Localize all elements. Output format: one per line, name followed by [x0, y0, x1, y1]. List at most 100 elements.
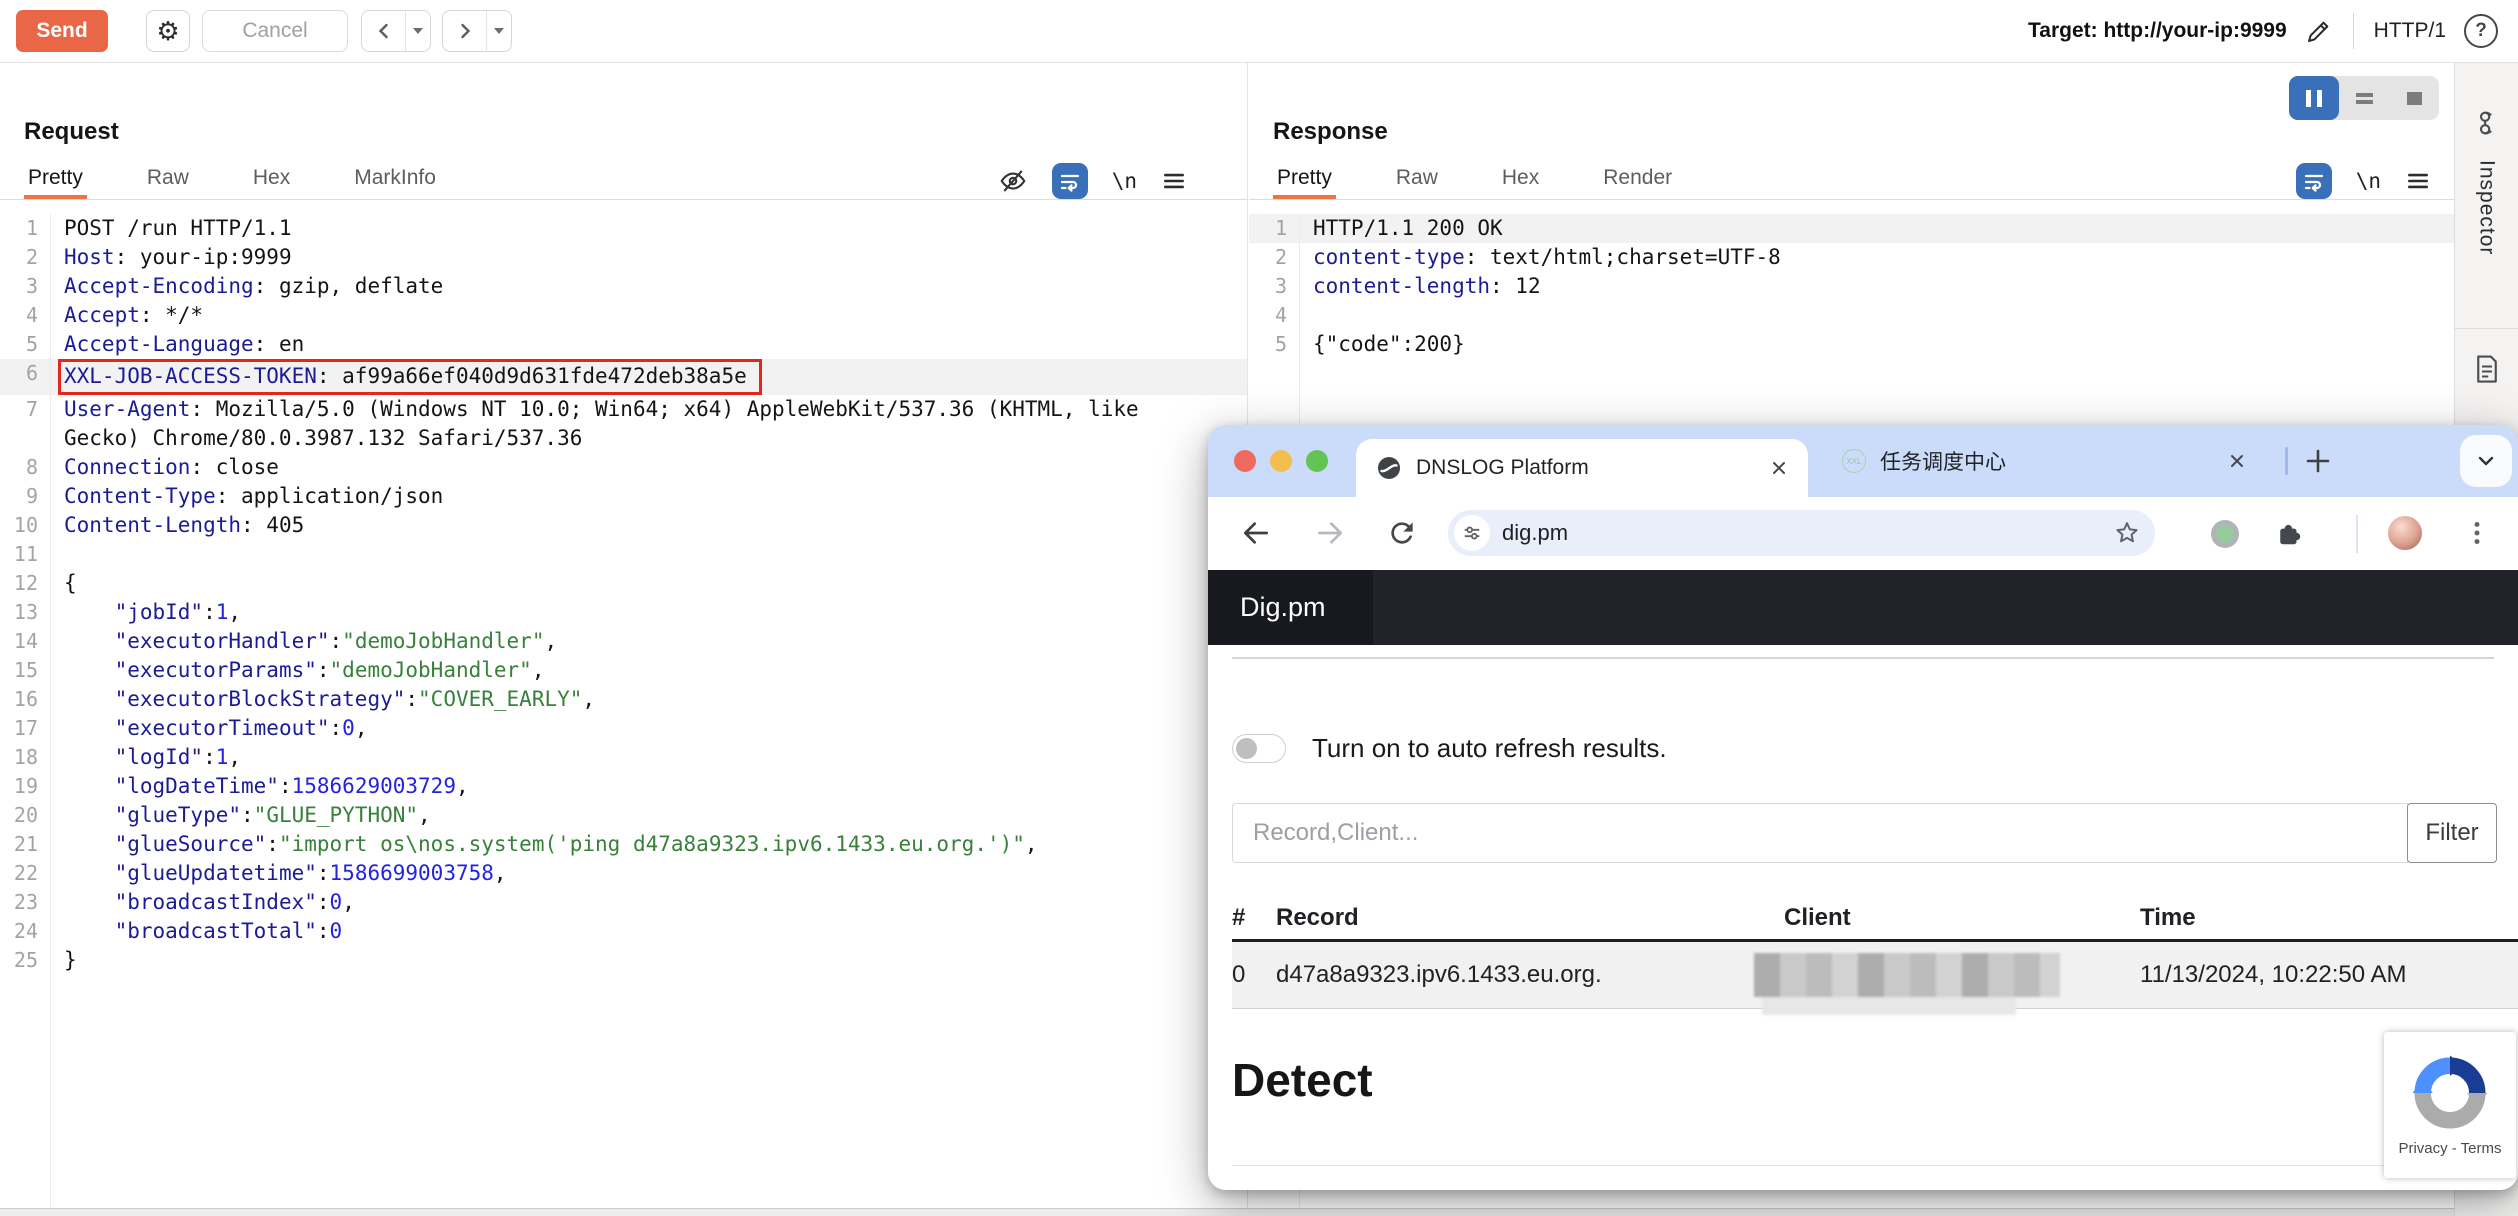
history-forward-dropdown[interactable] [486, 11, 511, 51]
arrow-left-icon [1240, 517, 1272, 549]
response-tab-render[interactable]: Render [1599, 166, 1676, 199]
target-label: Target: http://your-ip:9999 [2028, 19, 2287, 43]
glasses-tab-button[interactable] [2472, 108, 2502, 138]
help-button[interactable]: ? [2464, 14, 2498, 48]
pause-view-button[interactable] [2289, 76, 2339, 120]
code-line: 25} [0, 946, 1247, 975]
auto-refresh-toggle[interactable] [1232, 734, 1286, 763]
newline-toggle-button[interactable]: \n [2356, 169, 2381, 193]
code-text: HTTP/1.1 200 OK [1299, 214, 1503, 243]
line-number: 5 [0, 330, 50, 359]
code-text: "glueUpdatetime":1586699003758, [50, 859, 507, 888]
browser-tab-xxl-job[interactable]: XXL 任务调度中心 [1822, 439, 2266, 483]
code-line: 13 "jobId":1, [0, 598, 1247, 627]
code-line: 19 "logDateTime":1586629003729, [0, 772, 1247, 801]
menu-button[interactable] [2405, 168, 2431, 194]
line-number: 13 [0, 598, 50, 627]
line-number: 19 [0, 772, 50, 801]
tune-icon [1462, 523, 1482, 543]
auto-refresh-row: Turn on to auto refresh results. [1232, 733, 1667, 764]
code-text [1299, 301, 1313, 330]
history-back-dropdown[interactable] [405, 11, 430, 51]
extension-status-icon[interactable] [2211, 520, 2239, 548]
bookmark-star-icon[interactable] [2113, 519, 2141, 547]
browser-back-button[interactable] [1240, 517, 1272, 549]
response-tab-raw[interactable]: Raw [1392, 166, 1442, 199]
send-button[interactable]: Send [16, 10, 108, 52]
response-tabs: Pretty Raw Hex Render [1249, 162, 2455, 200]
request-editor[interactable]: 1POST /run HTTP/1.12Host: your-ip:99993A… [0, 214, 1247, 1216]
code-line: 22 "glueUpdatetime":1586699003758, [0, 859, 1247, 888]
newline-toggle-button[interactable]: \n [1112, 169, 1137, 193]
code-line: 23 "broadcastIndex":0, [0, 888, 1247, 917]
highlighted-token-box: XXL-JOB-ACCESS-TOKEN: af99a66ef040d9d631… [58, 359, 762, 395]
code-text: XXL-JOB-ACCESS-TOKEN: af99a66ef040d9d631… [50, 359, 762, 395]
site-logo[interactable]: Dig.pm [1208, 570, 1373, 645]
extensions-button[interactable] [2274, 518, 2304, 548]
line-number: 3 [0, 272, 50, 301]
plus-icon [2302, 445, 2334, 477]
menu-button[interactable] [1161, 168, 1187, 194]
line-number: 9 [0, 482, 50, 511]
code-line: 1POST /run HTTP/1.1 [0, 214, 1247, 243]
browser-menu-button[interactable] [2464, 517, 2490, 549]
inspector-tab[interactable]: Inspector [2475, 160, 2499, 255]
results-table: #RecordClientTime 0d47a8a9323.ipv6.1433.… [1232, 897, 2518, 1009]
zoom-window-button[interactable] [1306, 450, 1328, 472]
client-redacted-blur [1754, 953, 2060, 997]
square-icon [2407, 92, 2422, 105]
line-number: 23 [0, 888, 50, 917]
filter-button[interactable]: Filter [2407, 803, 2497, 863]
word-wrap-button[interactable] [2296, 163, 2332, 199]
response-tab-pretty[interactable]: Pretty [1273, 166, 1336, 199]
close-tab-icon[interactable] [1770, 459, 1788, 477]
history-back-button[interactable] [361, 10, 431, 52]
code-text: Content-Length: 405 [50, 511, 304, 540]
request-tab-raw[interactable]: Raw [143, 166, 193, 199]
tab-search-button[interactable] [2460, 435, 2512, 487]
close-tab-icon[interactable] [2228, 452, 2246, 470]
minimize-window-button[interactable] [1270, 450, 1292, 472]
recaptcha-badge: Privacy - Terms [2384, 1032, 2516, 1178]
browser-reload-button[interactable] [1386, 517, 1418, 549]
browser-forward-button[interactable] [1314, 517, 1346, 549]
split-view-button[interactable] [2339, 76, 2389, 120]
caret-down-icon [494, 28, 504, 34]
url-text[interactable]: dig.pm [1502, 520, 2101, 546]
eye-off-icon [998, 166, 1028, 196]
recaptcha-links[interactable]: Privacy - Terms [2398, 1140, 2501, 1157]
site-settings-button[interactable] [1454, 515, 1490, 551]
code-line: 16 "executorBlockStrategy":"COVER_EARLY"… [0, 685, 1247, 714]
response-title: Response [1273, 118, 1388, 146]
full-view-button[interactable] [2389, 76, 2439, 120]
content-divider [1232, 657, 2494, 659]
address-bar[interactable]: dig.pm [1448, 510, 2155, 556]
xxl-badge-icon: XXL [1842, 449, 1866, 473]
line-number: 15 [0, 656, 50, 685]
history-forward-button[interactable] [442, 10, 512, 52]
word-wrap-button[interactable] [1052, 163, 1088, 199]
document-tab-button[interactable] [2473, 354, 2501, 384]
line-number: 4 [1249, 301, 1299, 330]
edit-target-button[interactable] [2303, 16, 2333, 46]
line-number: 10 [0, 511, 50, 540]
request-tab-markinfo[interactable]: MarkInfo [350, 166, 440, 199]
profile-avatar[interactable] [2388, 516, 2422, 550]
browser-tab-dnslog[interactable]: DNSLOG Platform [1356, 439, 1808, 497]
response-tab-icons: \n [2296, 162, 2431, 200]
hide-preview-button[interactable] [998, 166, 1028, 196]
code-text: Connection: close [50, 453, 279, 482]
chevron-down-icon [2475, 450, 2497, 472]
new-tab-button[interactable] [2302, 445, 2334, 477]
request-tab-pretty[interactable]: Pretty [24, 166, 87, 199]
tab-title: DNSLOG Platform [1416, 456, 1756, 480]
code-text: "executorParams":"demoJobHandler", [50, 656, 544, 685]
response-tab-hex[interactable]: Hex [1498, 166, 1543, 199]
record-search-input[interactable] [1232, 803, 2408, 863]
settings-button[interactable]: ⚙ [146, 10, 190, 52]
cancel-button[interactable]: Cancel [202, 10, 348, 52]
request-tab-hex[interactable]: Hex [249, 166, 294, 199]
code-text: "jobId":1, [50, 598, 241, 627]
close-window-button[interactable] [1234, 450, 1256, 472]
line-number: 17 [0, 714, 50, 743]
